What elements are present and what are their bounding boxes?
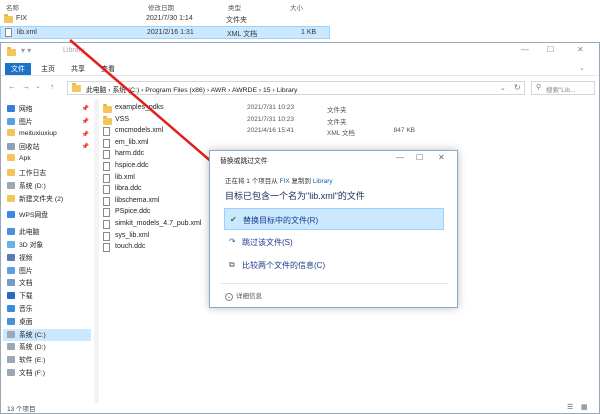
info-mid: 复制到 bbox=[291, 178, 311, 185]
more-details-toggle[interactable]: ⌄ 详细信息 bbox=[225, 290, 262, 301]
dialog-heading: 目标已包含一个名为"lib.xml"的文件 bbox=[225, 191, 365, 201]
skip-option-label: 跳过该文件(S) bbox=[242, 238, 293, 247]
info-prefix: 正在将 1 个项目从 bbox=[225, 178, 278, 185]
compare-option-label: 比较两个文件的信息(C) bbox=[242, 261, 326, 270]
arrow-line bbox=[69, 39, 229, 177]
dialog-close-button[interactable]: ✕ bbox=[438, 153, 445, 162]
replace-option-label: 替换目标中的文件(R) bbox=[243, 216, 319, 225]
compare-icon: ⧉ bbox=[229, 260, 235, 269]
expand-circle-icon: ⌄ bbox=[225, 293, 233, 301]
skip-option[interactable]: ↷ 跳过该文件(S) bbox=[224, 231, 444, 253]
copy-info: 正在将 1 个项目从 FIX 复制到 Library bbox=[225, 175, 333, 185]
replace-option[interactable]: ✔ 替换目标中的文件(R) bbox=[224, 208, 444, 230]
dialog-maximize-button[interactable]: ☐ bbox=[416, 153, 423, 162]
compare-option[interactable]: ⧉ 比较两个文件的信息(C) bbox=[224, 254, 444, 276]
replace-or-skip-dialog: 替换或跳过文件 — ☐ ✕ 正在将 1 个项目从 FIX 复制到 Library… bbox=[209, 150, 458, 308]
details-label: 详细信息 bbox=[236, 293, 262, 300]
destination-folder-link[interactable]: Library bbox=[313, 178, 333, 185]
check-icon: ✔ bbox=[230, 215, 237, 224]
dialog-minimize-button[interactable]: — bbox=[396, 153, 404, 162]
source-folder-link[interactable]: FIX bbox=[280, 178, 290, 185]
skip-icon: ↷ bbox=[229, 237, 236, 246]
dialog-title: 替换或跳过文件 bbox=[220, 158, 268, 165]
dialog-divider bbox=[220, 283, 448, 284]
